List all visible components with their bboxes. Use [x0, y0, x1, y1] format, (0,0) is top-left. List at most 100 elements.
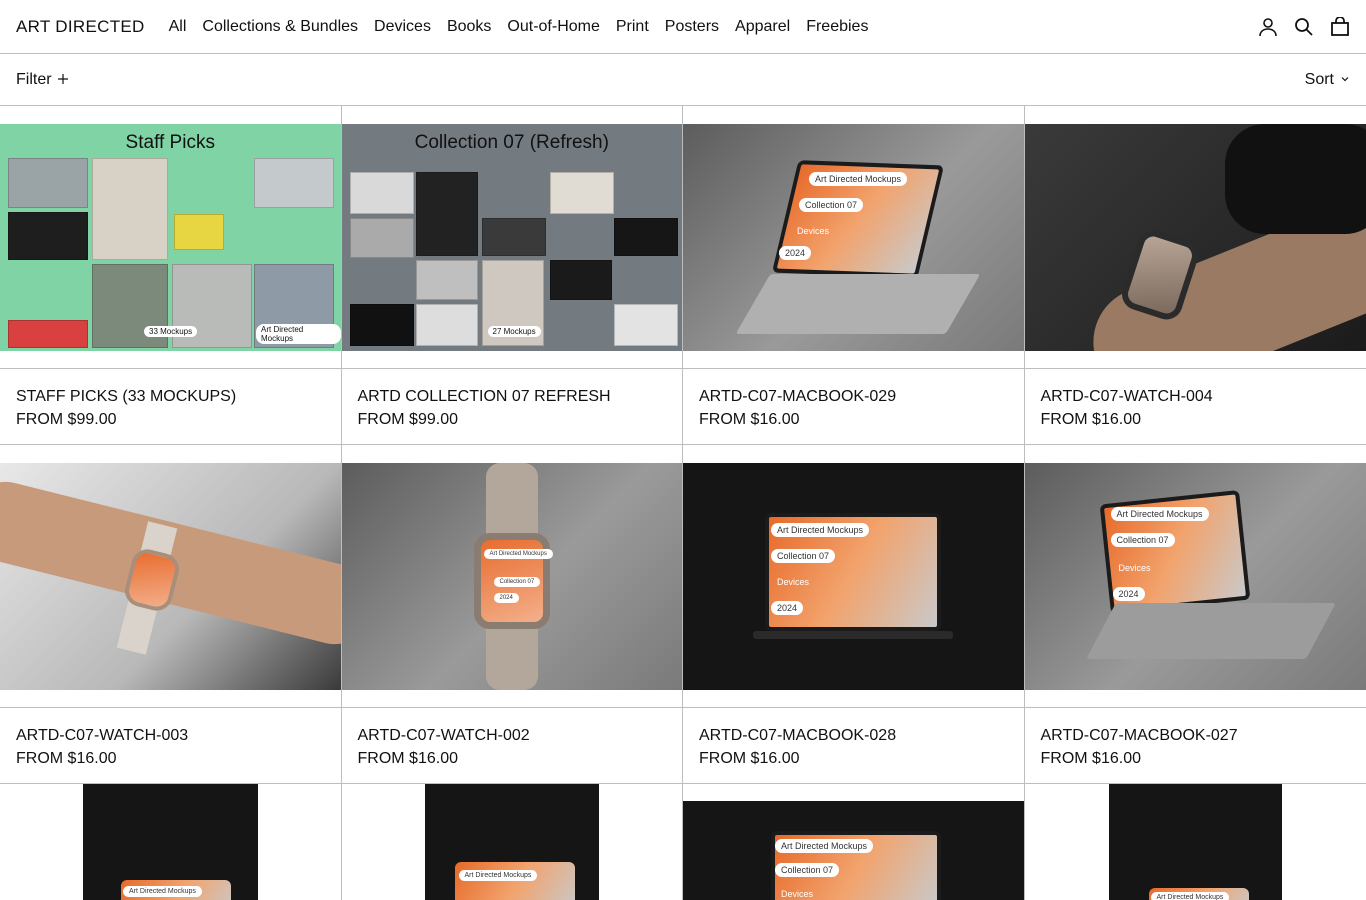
- product-title[interactable]: ARTD-C07-MACBOOK-028: [699, 724, 1008, 747]
- screen-label: Art Directed Mockups: [458, 870, 538, 881]
- header-actions: [1258, 16, 1350, 37]
- product-image[interactable]: Art Directed Mockups Collection 07 Devic…: [683, 445, 1024, 708]
- device-photo: Art Directed Mockups Collection 07 Devic…: [683, 801, 1024, 900]
- collection-toolbar: Filter Sort: [0, 54, 1366, 106]
- staff-picks-collage: Staff Picks 33 Mockups Art Directed Mock…: [0, 123, 341, 351]
- screen-label: 2024: [779, 245, 812, 260]
- screen-label: Art Directed Mockups: [1110, 506, 1209, 521]
- macbook-photo: Art Directed Mockups Collection 07 Devic…: [683, 462, 1024, 690]
- product-title[interactable]: ARTD-C07-WATCH-004: [1041, 385, 1351, 408]
- product-image[interactable]: Art Directed Mockups Collection 07 Devic…: [683, 784, 1024, 900]
- filter-button[interactable]: Filter: [16, 71, 68, 89]
- mockup-count-badge: 27 Mockups: [487, 325, 541, 337]
- mockup-count-badge: 33 Mockups: [144, 325, 198, 337]
- screen-label: Collection 07: [493, 576, 541, 587]
- screen-label: Art Directed Mockups: [775, 839, 874, 853]
- product-card[interactable]: Art Directed Mockups Collection 07 Devic…: [683, 106, 1025, 445]
- product-image[interactable]: Art Directed Mockups: [1024, 784, 1366, 900]
- product-info: ARTD-C07-WATCH-002 FROM $16.00: [342, 708, 683, 783]
- device-photo: Art Directed Mockups: [1108, 784, 1282, 900]
- macbook-photo: Art Directed Mockups Collection 07 Devic…: [1024, 462, 1366, 690]
- product-card[interactable]: Art Directed Mockups Collection 07 Devic…: [683, 784, 1025, 900]
- product-price: FROM $99.00: [16, 411, 117, 428]
- macbook-photo: Art Directed Mockups Collection 07 Devic…: [683, 123, 1024, 351]
- product-card[interactable]: Art Directed Mockups: [1024, 784, 1366, 900]
- screen-label: Devices: [777, 576, 810, 587]
- product-image[interactable]: Art Directed Mockups Collection 07 2024: [341, 445, 682, 708]
- product-card[interactable]: Art Directed Mockups Collection 07 Devic…: [683, 445, 1025, 784]
- product-info: ARTD-C07-MACBOOK-029 FROM $16.00: [683, 369, 1024, 444]
- main-nav: All Collections & Bundles Devices Books …: [169, 18, 869, 36]
- product-image[interactable]: Collection 07 (Refresh) 27 Mockups: [341, 106, 682, 369]
- product-title[interactable]: ARTD-C07-MACBOOK-029: [699, 385, 1008, 408]
- product-title[interactable]: ARTD-C07-WATCH-002: [358, 724, 667, 747]
- product-grid: Staff Picks 33 Mockups Art Directed Mock…: [0, 106, 1366, 900]
- tile-title: Collection 07 (Refresh): [414, 131, 609, 153]
- screen-label: Art Directed Mockups: [809, 171, 908, 186]
- watch-photo: Art Directed Mockups Collection 07 2024: [341, 462, 682, 690]
- product-image[interactable]: [0, 445, 341, 708]
- product-card[interactable]: Art Directed Mockups Collection 07 Devic…: [1024, 445, 1366, 784]
- product-price: FROM $16.00: [699, 750, 800, 767]
- screen-label: Devices: [1118, 562, 1151, 573]
- product-card[interactable]: Art Directed Mockups: [341, 784, 683, 900]
- product-image[interactable]: Art Directed Mockups: [341, 784, 682, 900]
- product-title[interactable]: ARTD-C07-WATCH-003: [16, 724, 325, 747]
- product-image[interactable]: [1024, 106, 1366, 369]
- nav-out-of-home[interactable]: Out-of-Home: [507, 18, 599, 36]
- tile-title: Staff Picks: [125, 131, 215, 153]
- nav-devices[interactable]: Devices: [374, 18, 431, 36]
- product-card[interactable]: Art Directed Mockups Collection 07 2024 …: [341, 445, 683, 784]
- screen-label: Art Directed Mockups: [483, 548, 553, 559]
- product-card[interactable]: Collection 07 (Refresh) 27 Mockups ARTD …: [341, 106, 683, 445]
- screen-label: 2024: [771, 600, 804, 615]
- nav-apparel[interactable]: Apparel: [735, 18, 790, 36]
- product-price: FROM $16.00: [16, 750, 117, 767]
- screen-label: Collection 07: [775, 863, 840, 877]
- collection-07-collage: Collection 07 (Refresh) 27 Mockups: [341, 123, 682, 351]
- screen-label: Art Directed Mockups: [1150, 892, 1230, 900]
- watch-photo: [0, 462, 341, 690]
- nav-collections-bundles[interactable]: Collections & Bundles: [202, 18, 358, 36]
- product-image[interactable]: Art Directed Mockups Collection 07 Devic…: [1024, 445, 1366, 708]
- product-title[interactable]: ARTD-C07-MACBOOK-027: [1041, 724, 1351, 747]
- screen-label: Collection 07: [1110, 532, 1175, 547]
- screen-label: Collection 07: [771, 548, 836, 563]
- product-image[interactable]: Staff Picks 33 Mockups Art Directed Mock…: [0, 106, 341, 369]
- product-price: FROM $16.00: [357, 750, 458, 767]
- product-image[interactable]: Art Directed Mockups Collection 07 Devic…: [683, 106, 1024, 369]
- search-icon[interactable]: [1294, 17, 1314, 37]
- product-card[interactable]: ARTD-C07-WATCH-003 FROM $16.00: [0, 445, 342, 784]
- screen-label: Devices: [781, 889, 814, 899]
- nav-posters[interactable]: Posters: [665, 18, 719, 36]
- filter-label: Filter: [16, 70, 52, 88]
- screen-label: Collection 07: [799, 197, 864, 212]
- sort-button[interactable]: Sort: [1305, 71, 1350, 89]
- device-photo: Art Directed Mockups: [424, 784, 599, 900]
- product-title[interactable]: STAFF PICKS (33 MOCKUPS): [16, 385, 325, 408]
- product-price: FROM $16.00: [699, 411, 800, 428]
- nav-freebies[interactable]: Freebies: [806, 18, 868, 36]
- brand-badge: Art Directed Mockups: [256, 323, 341, 344]
- cart-icon[interactable]: [1330, 16, 1350, 37]
- watch-photo: [1024, 123, 1366, 351]
- product-card[interactable]: Art Directed Mockups: [0, 784, 342, 900]
- site-header: ART DIRECTED All Collections & Bundles D…: [0, 0, 1366, 54]
- site-logo[interactable]: ART DIRECTED: [16, 17, 145, 37]
- nav-books[interactable]: Books: [447, 18, 491, 36]
- product-card[interactable]: Staff Picks 33 Mockups Art Directed Mock…: [0, 106, 342, 445]
- product-title[interactable]: ARTD COLLECTION 07 REFRESH: [358, 385, 667, 408]
- product-image[interactable]: Art Directed Mockups: [0, 784, 341, 900]
- nav-all[interactable]: All: [169, 18, 187, 36]
- product-info: ARTD COLLECTION 07 REFRESH FROM $99.00: [342, 369, 683, 444]
- account-icon[interactable]: [1258, 17, 1278, 37]
- product-card[interactable]: ARTD-C07-WATCH-004 FROM $16.00: [1024, 106, 1366, 445]
- product-price: FROM $16.00: [1040, 411, 1141, 428]
- product-info: ARTD-C07-MACBOOK-028 FROM $16.00: [683, 708, 1024, 783]
- product-info: ARTD-C07-WATCH-004 FROM $16.00: [1025, 369, 1366, 444]
- screen-label: Devices: [797, 225, 830, 236]
- nav-print[interactable]: Print: [616, 18, 649, 36]
- product-info: ARTD-C07-MACBOOK-027 FROM $16.00: [1025, 708, 1366, 783]
- product-info: ARTD-C07-WATCH-003 FROM $16.00: [0, 708, 341, 783]
- product-price: FROM $99.00: [357, 411, 458, 428]
